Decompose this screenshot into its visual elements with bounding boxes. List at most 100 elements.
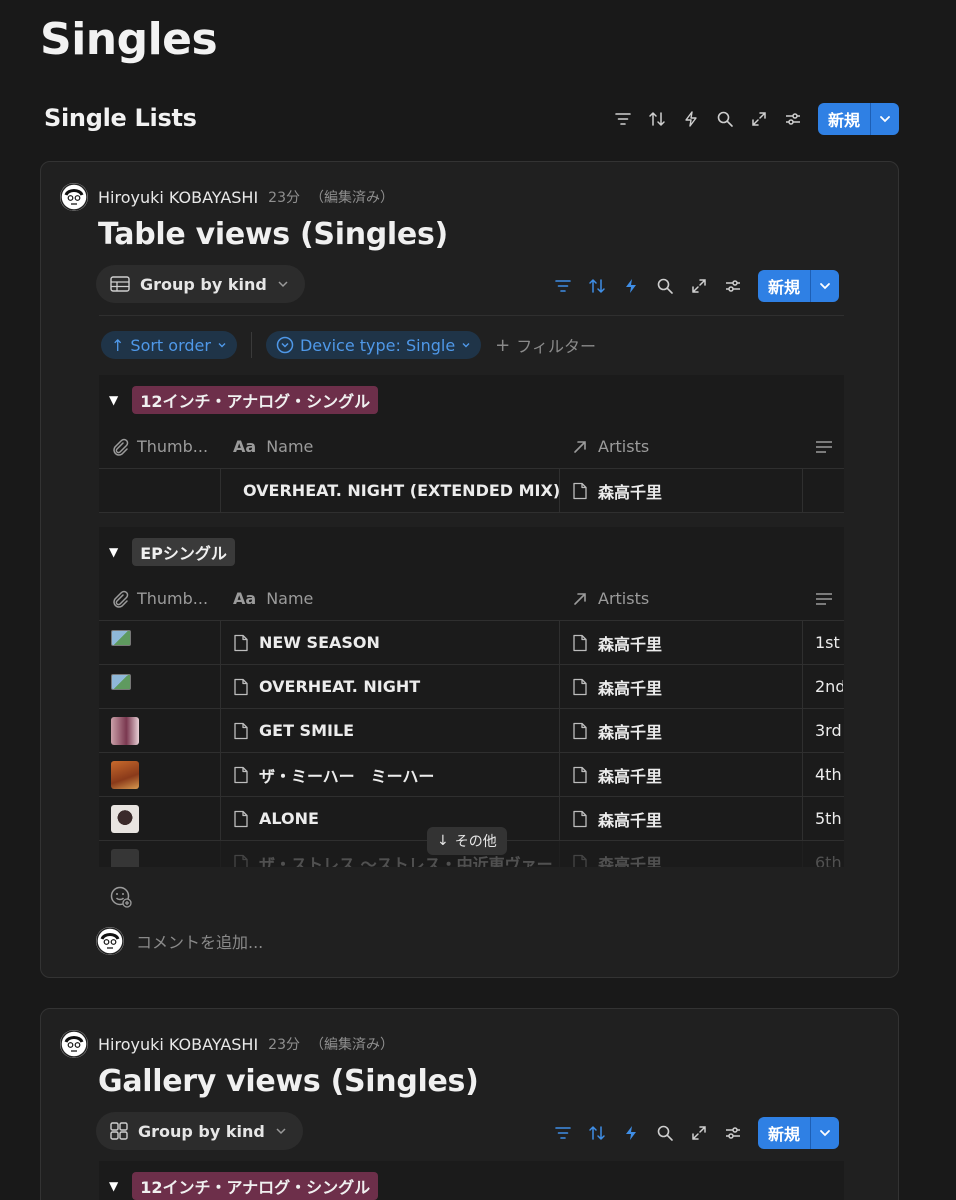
group-header[interactable]: ▼ 12インチ・アナログ・シングル	[99, 375, 844, 425]
chevron-down-icon[interactable]	[871, 103, 899, 135]
thumbnail-cell[interactable]	[99, 753, 221, 796]
chevron-down-icon[interactable]	[811, 270, 839, 302]
row-name[interactable]: OVERHEAT. NIGHT	[259, 677, 420, 696]
card-title[interactable]: Table views (Singles)	[98, 217, 448, 252]
filter-icon[interactable]	[546, 1117, 580, 1149]
order-cell[interactable]: 5th	[803, 797, 843, 840]
thumbnail-cell[interactable]	[99, 797, 221, 840]
name-cell[interactable]: ALONE	[221, 797, 560, 840]
new-button[interactable]: 新規	[818, 103, 900, 135]
name-cell[interactable]: ザ・ストレス ～ストレス・中近東ヴァー	[221, 841, 560, 867]
row-artist[interactable]: 森高千里	[598, 719, 662, 743]
expand-icon[interactable]	[742, 103, 776, 135]
row-artist[interactable]: 森高千里	[598, 807, 662, 831]
artist-cell[interactable]: 森高千里	[560, 469, 803, 512]
column-artists[interactable]: Artists	[560, 577, 803, 620]
sort-icon[interactable]	[640, 103, 674, 135]
artist-cell[interactable]: 森高千里	[560, 665, 803, 708]
order-cell[interactable]: 2nd	[803, 665, 843, 708]
comment-input[interactable]: コメントを追加...	[136, 929, 263, 953]
filter-icon[interactable]	[606, 103, 640, 135]
column-name[interactable]: Aa Name	[221, 425, 560, 468]
artist-cell[interactable]: 森高千里	[560, 621, 803, 664]
author-name[interactable]: Hiroyuki KOBAYASHI	[98, 188, 258, 207]
row-name[interactable]: GET SMILE	[259, 721, 354, 740]
table-row[interactable]: GET SMILE 森高千里 3rd	[99, 709, 844, 753]
order-cell[interactable]: 4th	[803, 753, 843, 796]
triangle-down-icon[interactable]: ▼	[109, 545, 118, 559]
artist-cell[interactable]: 森高千里	[560, 797, 803, 840]
chevron-down-icon[interactable]	[811, 1117, 839, 1149]
author-name[interactable]: Hiroyuki KOBAYASHI	[98, 1035, 258, 1054]
triangle-down-icon[interactable]: ▼	[109, 1179, 118, 1193]
artist-cell[interactable]: 森高千里	[560, 841, 803, 867]
new-button-label[interactable]: 新規	[758, 270, 812, 302]
new-button[interactable]: 新規	[758, 270, 840, 302]
lightning-icon[interactable]	[614, 270, 648, 302]
name-cell[interactable]: OVERHEAT. NIGHT	[221, 665, 560, 708]
load-more-button[interactable]: ↓ その他	[427, 827, 507, 855]
settings-sliders-icon[interactable]	[776, 103, 810, 135]
cover-thumbnail[interactable]	[111, 716, 139, 745]
column-thumbnail[interactable]: Thumb...	[99, 425, 221, 468]
name-cell[interactable]: OVERHEAT. NIGHT (EXTENDED MIX)	[221, 469, 560, 512]
new-button-label[interactable]: 新規	[758, 1117, 812, 1149]
settings-sliders-icon[interactable]	[716, 1117, 750, 1149]
thumbnail-cell[interactable]	[99, 621, 221, 664]
cover-thumbnail[interactable]	[111, 804, 139, 833]
table-row[interactable]: OVERHEAT. NIGHT (EXTENDED MIX) 森高千里	[99, 469, 844, 513]
sort-icon[interactable]	[580, 1117, 614, 1149]
settings-sliders-icon[interactable]	[716, 270, 750, 302]
search-icon[interactable]	[648, 270, 682, 302]
group-header[interactable]: ▼ EPシングル	[99, 527, 844, 577]
order-cell[interactable]: 1st	[803, 621, 843, 664]
expand-icon[interactable]	[682, 270, 716, 302]
column-thumbnail[interactable]: Thumb...	[99, 577, 221, 620]
name-cell[interactable]: NEW SEASON	[221, 621, 560, 664]
cover-thumbnail[interactable]	[111, 848, 139, 867]
table-row[interactable]: NEW SEASON 森高千里 1st	[99, 621, 844, 665]
lightning-icon[interactable]	[614, 1117, 648, 1149]
column-name[interactable]: Aa Name	[221, 577, 560, 620]
filter-icon[interactable]	[546, 270, 580, 302]
row-name[interactable]: ザ・ミーハー ミーハー	[259, 763, 434, 787]
column-order[interactable]	[803, 425, 843, 468]
search-icon[interactable]	[708, 103, 742, 135]
order-cell[interactable]	[803, 469, 843, 512]
row-artist[interactable]: 森高千里	[598, 631, 662, 655]
add-reaction-icon[interactable]	[109, 885, 133, 913]
row-name[interactable]: ザ・ストレス ～ストレス・中近東ヴァー	[259, 851, 553, 868]
lightning-icon[interactable]	[674, 103, 708, 135]
view-selector[interactable]: Group by kind	[96, 265, 305, 303]
artist-cell[interactable]: 森高千里	[560, 709, 803, 752]
search-icon[interactable]	[648, 1117, 682, 1149]
group-header[interactable]: ▼ 12インチ・アナログ・シングル	[99, 1161, 844, 1200]
column-order[interactable]	[803, 577, 843, 620]
view-selector[interactable]: Group by kind	[96, 1112, 303, 1150]
row-artist[interactable]: 森高千里	[598, 851, 662, 868]
thumbnail-cell[interactable]	[99, 469, 221, 512]
artist-cell[interactable]: 森高千里	[560, 753, 803, 796]
thumbnail-cell[interactable]	[99, 841, 221, 867]
add-filter-button[interactable]: + フィルター	[495, 333, 596, 357]
order-cell[interactable]: 6th	[803, 841, 843, 867]
sort-chip[interactable]: ↑ Sort order	[101, 331, 237, 359]
column-artists[interactable]: Artists	[560, 425, 803, 468]
device-filter-chip[interactable]: Device type: Single	[265, 331, 482, 359]
name-cell[interactable]: ザ・ミーハー ミーハー	[221, 753, 560, 796]
row-name[interactable]: ALONE	[259, 809, 319, 828]
table-row[interactable]: ザ・ミーハー ミーハー 森高千里 4th	[99, 753, 844, 797]
expand-icon[interactable]	[682, 1117, 716, 1149]
card-title[interactable]: Gallery views (Singles)	[98, 1064, 479, 1099]
row-artist[interactable]: 森高千里	[598, 675, 662, 699]
new-button[interactable]: 新規	[758, 1117, 840, 1149]
avatar[interactable]	[60, 183, 88, 211]
row-artist[interactable]: 森高千里	[598, 763, 662, 787]
row-name[interactable]: NEW SEASON	[259, 633, 380, 652]
table-row[interactable]: OVERHEAT. NIGHT 森高千里 2nd	[99, 665, 844, 709]
cover-thumbnail[interactable]	[111, 760, 139, 789]
sort-icon[interactable]	[580, 270, 614, 302]
order-cell[interactable]: 3rd	[803, 709, 843, 752]
row-artist[interactable]: 森高千里	[598, 479, 662, 503]
triangle-down-icon[interactable]: ▼	[109, 393, 118, 407]
